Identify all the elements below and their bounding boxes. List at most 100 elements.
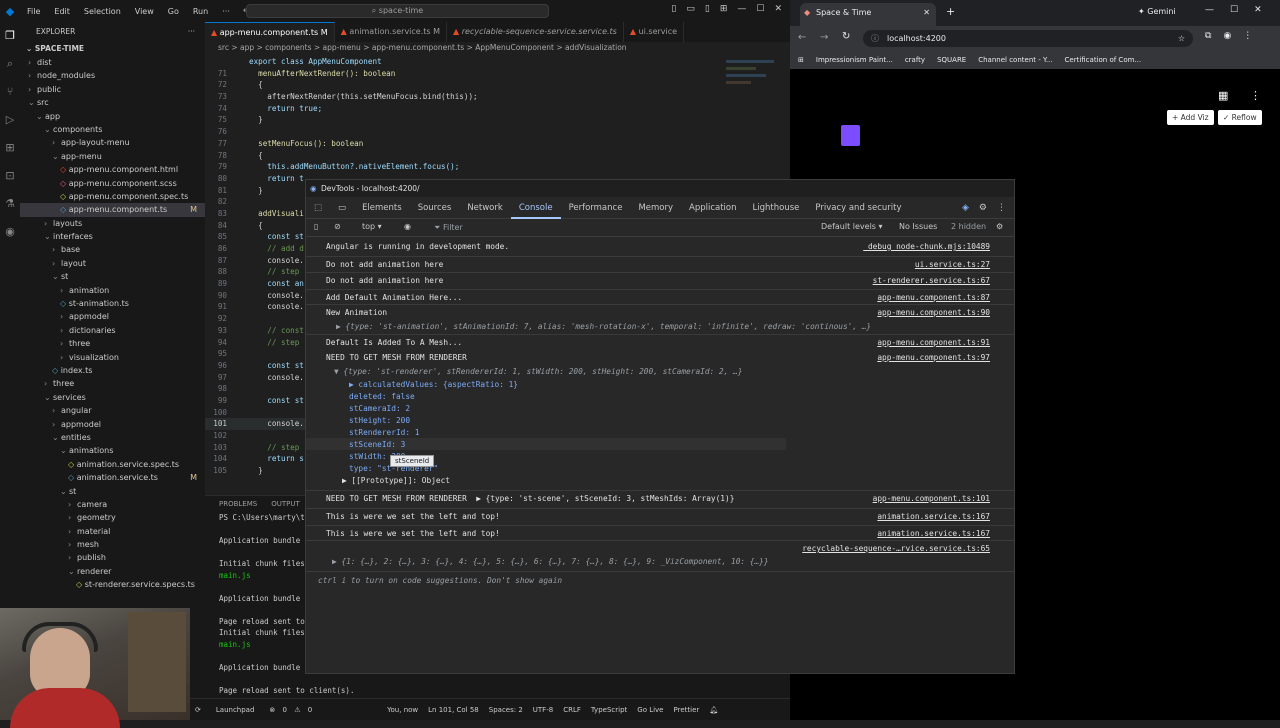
tree-item[interactable]: › mesh (20, 538, 205, 551)
tree-item[interactable]: › layouts (20, 217, 205, 230)
cursor-position[interactable]: Ln 101, Col 58 (423, 706, 484, 714)
panel-tab-problems[interactable]: PROBLEMS (219, 496, 257, 512)
tree-item[interactable]: › public (20, 83, 205, 96)
tab-memory[interactable]: Memory (630, 197, 681, 219)
tree-item[interactable]: › node_modules (20, 69, 205, 82)
tree-item[interactable]: › animation (20, 284, 205, 297)
tree-item[interactable]: ◇ animation.service.ts M (20, 471, 205, 484)
bookmark-channel-content[interactable]: Channel content - Y... (972, 56, 1058, 64)
tree-item[interactable]: ⌄ st (20, 485, 205, 498)
tree-item[interactable]: › publish (20, 551, 205, 564)
command-center-search[interactable]: ⌕ space-time (246, 4, 549, 18)
testing-icon[interactable]: ⚗ (0, 190, 20, 218)
menu-edit[interactable]: Edit (47, 7, 77, 16)
search-view-icon[interactable]: ⌕ (0, 50, 20, 78)
address-bar[interactable]: ⓘ localhost:4200 ☆ (863, 30, 1193, 47)
tab-ui-service[interactable]: ▲ ui.service (624, 22, 685, 42)
console-prompt-hint[interactable]: ctrl i to turn on code suggestions. Don'… (318, 576, 562, 585)
explorer-icon[interactable]: ❐ (0, 22, 20, 50)
settings-gear-icon[interactable]: ⚙ (979, 203, 987, 213)
profile-icon[interactable]: ◉ (1223, 31, 1231, 41)
workspace-root[interactable]: ⌄ SPACE-TIME (20, 42, 205, 56)
sidebar-toggle-icon[interactable]: ▯ (314, 222, 318, 231)
more-menu-icon[interactable]: ··· (215, 7, 237, 16)
console-source-link[interactable]: animation.service.ts:167 (877, 529, 990, 538)
console-source-link[interactable]: app-menu.component.ts:91 (877, 338, 990, 347)
tab-recyclable-sequence[interactable]: ▲ recyclable-sequence-service.service.ts (447, 22, 624, 42)
notifications-icon[interactable]: 🔔︎ (704, 706, 723, 714)
maximize-icon[interactable]: ☐ (756, 4, 764, 14)
menu-go[interactable]: Go (161, 7, 186, 16)
tab-application[interactable]: Application (681, 197, 745, 219)
browser-tab-space-time[interactable]: ◆ Space & Time ✕ (800, 3, 936, 26)
bookmark-square[interactable]: SQUARE (931, 56, 972, 64)
tree-item[interactable]: › geometry (20, 511, 205, 524)
console-source-link[interactable]: app-menu.component.ts:97 (877, 353, 990, 362)
devtools-more-icon[interactable]: ⋮ (997, 203, 1006, 213)
console-filter-input[interactable]: ⏷ Filter (434, 221, 814, 234)
add-viz-button[interactable]: + Add Viz (1167, 110, 1214, 125)
tree-item[interactable]: ◇ st-animation.ts (20, 297, 205, 310)
tab-lighthouse[interactable]: Lighthouse (745, 197, 808, 219)
tree-item[interactable]: ◇ app-menu.component.html (20, 163, 205, 176)
console-settings-icon[interactable]: ⚙ (996, 222, 1003, 231)
layout-secondary-icon[interactable]: ▯ (705, 4, 710, 14)
console-source-link[interactable]: app-menu.component.ts:87 (877, 293, 990, 302)
tree-item[interactable]: ⌄ app-menu (20, 150, 205, 163)
tree-item[interactable]: ⌄ interfaces (20, 230, 205, 243)
console-message[interactable]: ▶ {1: {…}, 2: {…}, 3: {…}, 4: {…}, 5: {…… (332, 557, 769, 566)
console-source-link[interactable]: _debug_node-chunk.mjs:10489 (863, 242, 990, 251)
bookmark-crafty[interactable]: crafty (899, 56, 931, 64)
tab-elements[interactable]: Elements (354, 197, 410, 219)
clear-console-icon[interactable]: ⊘ (334, 222, 341, 231)
tree-item[interactable]: › dictionaries (20, 324, 205, 337)
tree-item[interactable]: › material (20, 525, 205, 538)
tree-item[interactable]: › visualization (20, 351, 205, 364)
inspect-icon[interactable]: ⬚ (306, 197, 330, 219)
run-debug-icon[interactable]: ▷ (0, 106, 20, 134)
layout-sidebar-icon[interactable]: ▯ (671, 4, 676, 14)
browser-minimize-icon[interactable]: — (1205, 5, 1214, 15)
remote-icon[interactable]: ⊡ (0, 162, 20, 190)
site-info-icon[interactable]: ⓘ (871, 30, 879, 47)
console-message[interactable]: ▼ {type: 'st-renderer', stRendererId: 1,… (334, 367, 742, 376)
live-expression-eye-icon[interactable]: ◉ (404, 222, 411, 231)
line-ending[interactable]: CRLF (558, 706, 586, 714)
console-source-link[interactable]: animation.service.ts:167 (877, 512, 990, 521)
tree-item[interactable]: ◇ animation.service.spec.ts (20, 458, 205, 471)
console-source-link[interactable]: recyclable-sequence-…rvice.service.ts:65 (802, 544, 990, 553)
tree-item[interactable]: ⌄ st (20, 270, 205, 283)
tree-item[interactable]: › app-layout-menu (20, 136, 205, 149)
tree-item[interactable]: › angular (20, 404, 205, 417)
back-icon[interactable]: ← (798, 32, 806, 43)
context-select[interactable]: top ▾ (362, 222, 382, 231)
tree-item[interactable]: › appmodel (20, 310, 205, 323)
log-levels-dropdown[interactable]: Default levels ▾ (821, 222, 883, 231)
issues-indicator[interactable]: No Issues (899, 222, 937, 231)
console-source-link[interactable]: app-menu.component.ts:90 (877, 308, 990, 317)
launchpad-item[interactable]: Launchpad (206, 706, 265, 714)
menu-selection[interactable]: Selection (77, 7, 128, 16)
console-output[interactable]: Angular is running in development mode. _… (306, 238, 1014, 673)
tree-item[interactable]: ◇ app-menu.component.scss (20, 177, 205, 190)
tree-item[interactable]: ⌄ animations (20, 444, 205, 457)
prettier[interactable]: Prettier (669, 706, 705, 714)
reload-icon[interactable]: ↻ (842, 31, 850, 42)
tab-network[interactable]: Network (459, 197, 511, 219)
tree-item[interactable]: › dist (20, 56, 205, 69)
problems-item[interactable]: ⊗ 0 ⚠ 0 (264, 706, 322, 714)
layout-panel-icon[interactable]: ▭ (686, 4, 695, 14)
tree-item[interactable]: › layout (20, 257, 205, 270)
go-live[interactable]: Go Live (632, 706, 668, 714)
chrome-menu-icon[interactable]: ⋮ (1243, 31, 1252, 41)
ai-assist-icon[interactable]: ◈ (962, 203, 969, 213)
apps-icon[interactable]: ⊞ (790, 56, 810, 64)
menu-file[interactable]: File (20, 7, 47, 16)
tab-animation-service[interactable]: ▲ animation.service.ts M (335, 22, 448, 42)
menu-view[interactable]: View (128, 7, 161, 16)
bookmark-impressionism[interactable]: Impressionism Paint... (810, 56, 899, 64)
reflow-button[interactable]: ✓ Reflow (1218, 110, 1262, 125)
indentation[interactable]: Spaces: 2 (484, 706, 528, 714)
console-source-link[interactable]: ui.service.ts:27 (915, 260, 990, 269)
tab-close-icon[interactable]: ✕ (923, 3, 930, 23)
